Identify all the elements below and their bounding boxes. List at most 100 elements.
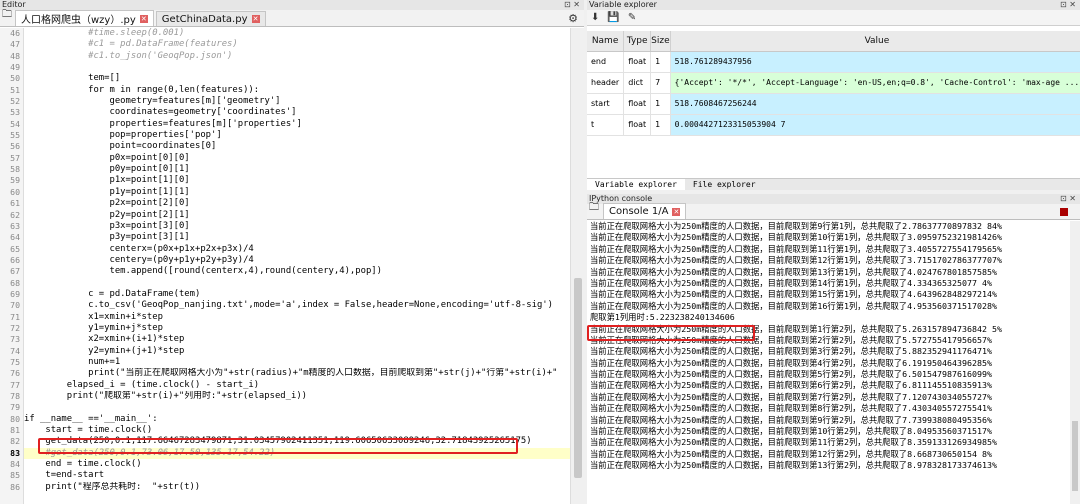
variable-explorer-toolbar: ⬇ 💾 ✎ xyxy=(587,10,1080,26)
line-number: 50 xyxy=(10,73,20,84)
editor-scrollbar[interactable] xyxy=(570,28,584,504)
code-line[interactable]: p3y=point[3][1] xyxy=(24,232,570,243)
line-number: 79 xyxy=(10,402,20,413)
line-number: 69 xyxy=(10,288,20,299)
code-line[interactable]: p2x=point[2][0] xyxy=(24,198,570,209)
code-line[interactable]: print("程序总共耗时: "+str(t)) xyxy=(24,482,570,493)
editor-pane: Editor ⊡ ✕ 🗀 人口格网爬虫（wzy）.py ✕ GetChinaDa… xyxy=(0,0,584,504)
code-line[interactable]: p1y=point[1][1] xyxy=(24,187,570,198)
close-icon[interactable]: ✕ xyxy=(139,14,148,23)
ipython-console-pane: IPython console ⊡ ✕ 🗀 Console 1/A ✕ 当前正在… xyxy=(587,194,1080,504)
code-line[interactable]: p1x=point[1][0] xyxy=(24,175,570,186)
cell-value: 0.0004427123315053904 7 xyxy=(670,114,1080,136)
code-line[interactable]: c.to_csv('GeoqPop_nanjing.txt',mode='a',… xyxy=(24,300,570,311)
line-number: 83 xyxy=(10,447,20,458)
cell-type: dict xyxy=(623,72,652,94)
line-number: 70 xyxy=(10,300,20,311)
console-scrollbar[interactable] xyxy=(1070,221,1080,504)
tab-file-2[interactable]: GetChinaData.py ✕ xyxy=(155,11,266,26)
tab-file-explorer[interactable]: File explorer xyxy=(685,179,764,190)
console-line: 爬取第1列用时:5.223238240134606 xyxy=(590,312,735,323)
table-row[interactable]: header dict 7 {'Accept': '*/*', 'Accept-Lan… xyxy=(587,72,1080,94)
close-icon[interactable]: ✕ xyxy=(251,15,260,23)
cell-size: 1 xyxy=(650,93,671,115)
code-line[interactable]: #time.sleep(0.001) xyxy=(24,28,570,39)
tab-label: 人口格网爬虫（wzy）.py xyxy=(21,15,136,26)
console-output[interactable]: 当前正在爬取网格大小为250m精度的人口数据，目前爬取到第9行第1列，总共爬取了… xyxy=(587,221,1070,504)
code-line[interactable]: x2=xmin+(i+1)*step xyxy=(24,334,570,345)
tab-console[interactable]: Console 1/A ✕ xyxy=(603,203,687,219)
editor-window-controls[interactable]: ⊡ ✕ xyxy=(564,0,580,10)
column-header-name[interactable]: Name xyxy=(587,31,625,52)
tab-file-1[interactable]: 人口格网爬虫（wzy）.py ✕ xyxy=(15,10,154,26)
code-line[interactable] xyxy=(24,62,570,73)
line-number: 75 xyxy=(10,356,20,367)
code-line[interactable]: centerx=(p0x+p1x+p2x+p3x)/4 xyxy=(24,244,570,255)
code-line[interactable]: y1=ymin+j*step xyxy=(24,323,570,334)
scrollbar-thumb[interactable] xyxy=(574,278,582,478)
code-line[interactable]: x1=xmin+i*step xyxy=(24,312,570,323)
code-line[interactable]: p2y=point[2][1] xyxy=(24,210,570,221)
code-line[interactable]: elapsed_i = (time.clock() - start_i) xyxy=(24,380,570,391)
code-line[interactable]: print("爬取第"+str(i)+"列用时:"+str(elapsed_i)… xyxy=(24,391,570,402)
edit-icon[interactable]: ✎ xyxy=(628,12,636,23)
table-row[interactable]: t float 1 0.0004427123315053904 7 xyxy=(587,114,1080,136)
console-line: 当前正在爬取网格大小为250m精度的人口数据，目前爬取到第9行第1列，总共爬取了… xyxy=(590,221,1002,231)
console-line: 当前正在爬取网格大小为250m精度的人口数据，目前爬取到第9行第2列，总共爬取了… xyxy=(590,414,992,425)
code-line[interactable]: if __name__ =='__main__': xyxy=(24,414,570,425)
folder-icon[interactable]: 🗀 xyxy=(589,200,599,217)
line-number: 74 xyxy=(10,345,20,356)
code-line[interactable]: end = time.clock() xyxy=(24,459,570,470)
tab-variable-explorer[interactable]: Variable explorer xyxy=(587,179,685,190)
close-icon[interactable]: ✕ xyxy=(672,207,681,216)
code-area[interactable]: #time.sleep(0.001) #c1 = pd.DataFrame(fe… xyxy=(24,28,570,504)
code-line[interactable]: p0x=point[0][0] xyxy=(24,153,570,164)
console-line: 当前正在爬取网格大小为250m精度的人口数据，目前爬取到第12行第1列，总共爬取… xyxy=(590,255,1002,266)
line-number: 85 xyxy=(10,470,20,481)
code-line[interactable]: y2=ymin+(j+1)*step xyxy=(24,346,570,357)
console-window-controls[interactable]: ⊡ ✕ xyxy=(1060,194,1076,204)
variable-explorer-title: Variable explorer ⊡ ✕ xyxy=(587,0,1080,10)
table-row[interactable]: end float 1 518.761289437956 xyxy=(587,51,1080,73)
code-line[interactable]: centery=(p0y+p1y+p2y+p3y)/4 xyxy=(24,255,570,266)
code-line[interactable]: c = pd.DataFrame(tem) xyxy=(24,289,570,300)
code-line[interactable] xyxy=(24,278,570,289)
code-line[interactable]: pop=properties['pop'] xyxy=(24,130,570,141)
line-number: 58 xyxy=(10,164,20,175)
code-line[interactable]: num+=1 xyxy=(24,357,570,368)
folder-icon[interactable]: 🗀 xyxy=(2,7,12,24)
code-line[interactable] xyxy=(24,402,570,413)
scrollbar-thumb[interactable] xyxy=(1072,421,1078,491)
code-line[interactable]: t=end-start xyxy=(24,470,570,481)
code-line[interactable]: coordinates=geometry['coordinates'] xyxy=(24,107,570,118)
code-line[interactable]: tem=[] xyxy=(24,73,570,84)
code-line[interactable]: for m in range(0,len(features)): xyxy=(24,85,570,96)
line-number: 49 xyxy=(10,62,20,73)
code-line[interactable]: start = time.clock() xyxy=(24,425,570,436)
code-line[interactable]: geometry=features[m]['geometry'] xyxy=(24,96,570,107)
code-line[interactable]: point=coordinates[0] xyxy=(24,141,570,152)
code-line[interactable]: p0y=point[0][1] xyxy=(24,164,570,175)
column-header-value[interactable]: Value xyxy=(670,31,1080,52)
code-line[interactable]: #c1.to_json('GeoqPop.json') xyxy=(24,51,570,62)
code-line[interactable]: #c1 = pd.DataFrame(features) xyxy=(24,39,570,50)
gear-icon[interactable]: ⚙ xyxy=(568,12,578,25)
code-line[interactable]: properties=features[m]['properties'] xyxy=(24,119,570,130)
column-header-type[interactable]: Type xyxy=(623,31,652,52)
line-number: 55 xyxy=(10,130,20,141)
code-line[interactable]: print("当前正在爬取网格大小为"+str(radius)+"m精度的人口数… xyxy=(24,368,570,379)
code-line[interactable]: tem.append([round(centerx,4),round(cente… xyxy=(24,266,570,277)
column-header-size[interactable]: Size xyxy=(650,31,671,52)
ve-window-controls[interactable]: ⊡ ✕ xyxy=(1060,0,1076,10)
code-line[interactable]: p3x=point[3][0] xyxy=(24,221,570,232)
stop-icon[interactable] xyxy=(1060,208,1068,216)
line-number: 63 xyxy=(10,220,20,231)
console-line: 当前正在爬取网格大小为250m精度的人口数据，目前爬取到第10行第2列，总共爬取… xyxy=(590,426,992,437)
console-line: 当前正在爬取网格大小为250m精度的人口数据，目前爬取到第10行第1列，总共爬取… xyxy=(590,232,1002,243)
save-data-icon[interactable]: 💾 xyxy=(607,12,619,23)
line-number: 67 xyxy=(10,266,20,277)
cell-size: 1 xyxy=(650,114,671,136)
table-row[interactable]: start float 1 518.7608467256244 xyxy=(587,93,1080,115)
cell-type: float xyxy=(623,93,652,115)
import-data-icon[interactable]: ⬇ xyxy=(591,12,599,23)
